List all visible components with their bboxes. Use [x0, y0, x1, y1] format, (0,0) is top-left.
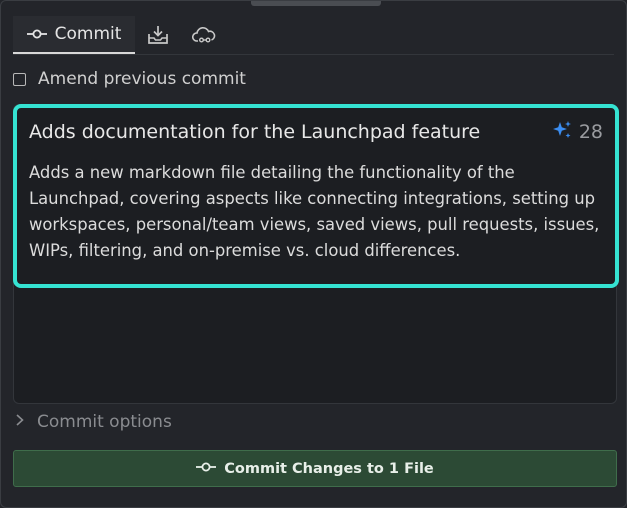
amend-checkbox[interactable]: [13, 72, 26, 86]
chevron-right-icon: [15, 412, 25, 432]
commit-summary-input[interactable]: Adds documentation for the Launchpad fea…: [29, 121, 480, 143]
commit-description[interactable]: Adds a new markdown file detailing the f…: [29, 160, 603, 264]
tab-bar: Commit: [13, 15, 614, 55]
amend-label: Amend previous commit: [38, 69, 246, 89]
commit-options-label: Commit options: [37, 412, 172, 432]
tab-commit[interactable]: Commit: [13, 16, 135, 54]
sparkle-icon[interactable]: [551, 119, 573, 146]
commit-changes-button[interactable]: Commit Changes to 1 File: [13, 450, 617, 487]
char-count: 28: [578, 121, 603, 143]
commit-options-toggle[interactable]: Commit options: [15, 412, 172, 432]
commit-icon: [196, 461, 217, 477]
tab-stash[interactable]: [135, 16, 181, 54]
cloud-patch-icon: [192, 26, 216, 44]
tab-cloud-patch[interactable]: [181, 16, 227, 54]
summary-counter: 28: [551, 119, 603, 146]
summary-row: Adds documentation for the Launchpad fea…: [29, 118, 603, 146]
amend-row[interactable]: Amend previous commit: [13, 69, 246, 89]
commit-icon: [26, 28, 47, 40]
stash-icon: [147, 25, 169, 45]
tab-commit-label: Commit: [54, 24, 122, 44]
commit-button-label: Commit Changes to 1 File: [224, 460, 434, 477]
commit-message-highlight[interactable]: Adds documentation for the Launchpad fea…: [13, 104, 619, 288]
panel-drag-handle[interactable]: [251, 1, 381, 6]
